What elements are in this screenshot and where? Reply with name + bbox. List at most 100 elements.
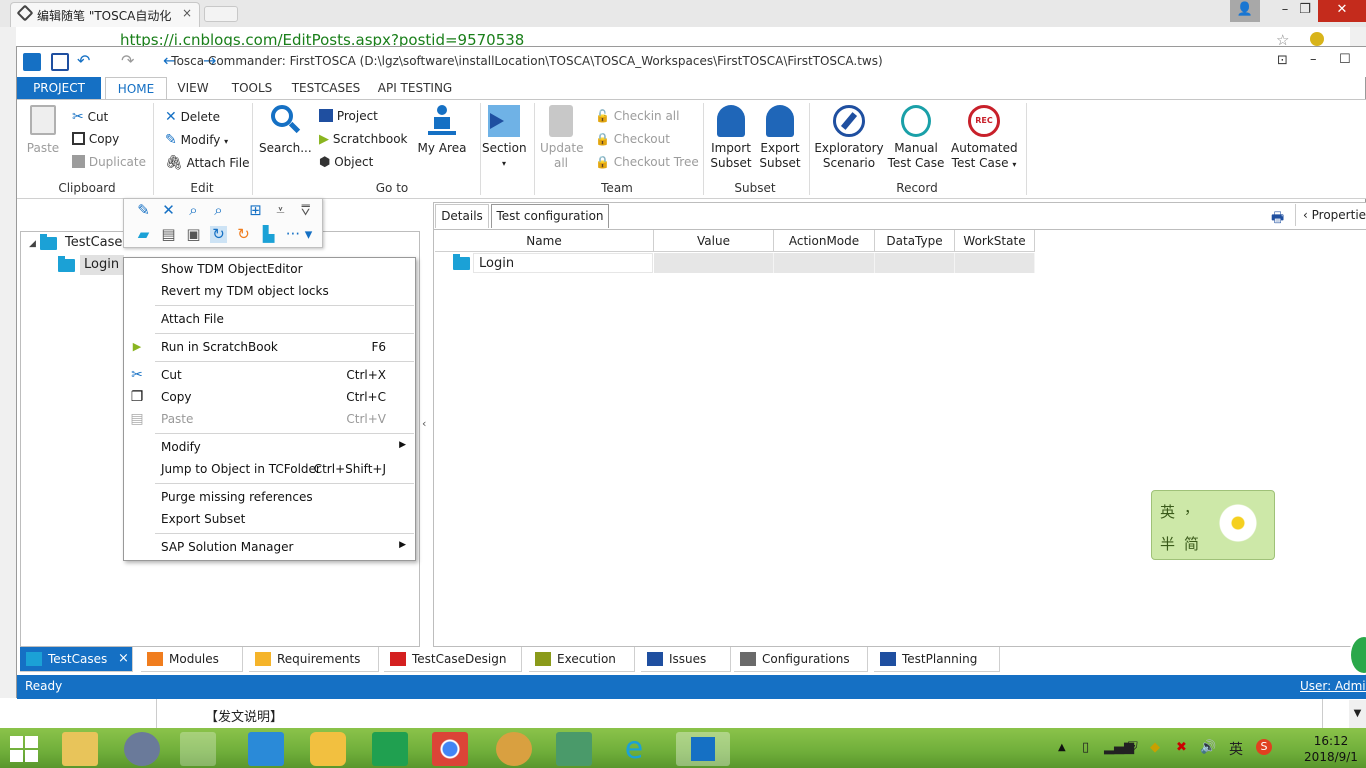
file-explorer-icon[interactable] xyxy=(62,732,98,766)
notebook-icon[interactable] xyxy=(556,732,592,766)
column-header-workstate[interactable]: WorkState xyxy=(955,230,1035,252)
section-tab-testcases[interactable]: TestCases × xyxy=(20,647,133,672)
tab-test-configuration[interactable]: Test configuration xyxy=(491,204,609,228)
internet-explorer-icon[interactable]: e xyxy=(616,732,652,766)
bird-app-icon[interactable] xyxy=(248,732,284,766)
tab-home[interactable]: HOME xyxy=(105,77,167,99)
browser-close-button[interactable]: ✕ xyxy=(1318,0,1366,22)
tray-alert-icon[interactable]: ✖ xyxy=(1176,740,1187,755)
menu-item-attach-file[interactable]: Attach File xyxy=(123,308,416,330)
expand-all-icon[interactable]: ⩡ xyxy=(272,202,289,219)
folder-icon[interactable]: ▰ xyxy=(135,226,152,243)
browser-user-icon[interactable]: 👤 xyxy=(1230,0,1260,22)
tray-phone-icon[interactable]: ▯ xyxy=(1082,740,1089,755)
tab-project[interactable]: PROJECT xyxy=(17,77,101,99)
volume-icon[interactable]: 🔊 xyxy=(1200,740,1216,755)
duplicate-button[interactable]: Duplicate xyxy=(72,155,146,169)
section-tab-testcasedesign[interactable]: TestCaseDesign xyxy=(384,647,522,672)
table-cell-workstate[interactable] xyxy=(955,253,1035,273)
section-tab-configurations[interactable]: Configurations xyxy=(734,647,868,672)
import-subset-button[interactable]: Import Subset xyxy=(709,105,753,171)
close-tab-icon[interactable]: × xyxy=(118,651,129,666)
column-header-datatype[interactable]: DataType xyxy=(875,230,955,252)
automated-test-case-button[interactable]: REC Automated Test Case ▾ xyxy=(951,105,1018,172)
search-button[interactable]: Search... xyxy=(259,105,312,156)
windows-start-icon[interactable] xyxy=(10,736,38,762)
properties-toggle[interactable]: ‹ Properties xyxy=(1303,208,1366,222)
tab-view[interactable]: VIEW xyxy=(173,77,213,99)
tosca-minimize-button[interactable]: – xyxy=(1310,52,1317,67)
cut-button[interactable]: ✂ Cut xyxy=(72,109,108,125)
ime-language-indicator[interactable]: 英 xyxy=(1229,739,1243,759)
menu-item-cut[interactable]: ✂ Cut Ctrl+X xyxy=(123,364,416,386)
goto-scratchbook-button[interactable]: ▶ Scratchbook xyxy=(319,132,408,147)
checkout-tree-button[interactable]: 🔒 Checkout Tree xyxy=(595,155,699,169)
menu-item-revert-tdm-locks[interactable]: Revert my TDM object locks xyxy=(123,280,416,302)
edit-icon[interactable]: ✎ xyxy=(135,202,152,219)
section-button[interactable]: Section ▾ xyxy=(482,105,527,171)
copy-button[interactable]: Copy xyxy=(72,132,119,146)
column-header-name[interactable]: Name xyxy=(435,230,654,252)
modify-button[interactable]: ✎ Modify ▾ xyxy=(165,132,228,148)
ime-status-widget[interactable]: 英 ， 半 简 xyxy=(1151,490,1275,560)
tab-tools[interactable]: TOOLS xyxy=(227,77,277,99)
browser-new-tab-button[interactable] xyxy=(204,6,238,22)
delete-button[interactable]: ✕ Delete xyxy=(165,109,220,125)
folder-label-icon[interactable]: ▙ xyxy=(260,226,277,243)
section-tab-execution[interactable]: Execution xyxy=(529,647,635,672)
my-area-button[interactable]: My Area xyxy=(417,105,467,156)
app-icon[interactable] xyxy=(124,732,160,766)
menu-item-paste[interactable]: ▤ Paste Ctrl+V xyxy=(123,408,416,430)
menu-item-sap-solution-manager[interactable]: SAP Solution Manager ▶ xyxy=(123,536,416,558)
column-header-value[interactable]: Value xyxy=(654,230,774,252)
chrome-icon[interactable] xyxy=(432,732,468,766)
menu-item-copy[interactable]: ❐ Copy Ctrl+C xyxy=(123,386,416,408)
tab-api-testing[interactable]: API TESTING xyxy=(377,77,453,99)
folder-list-icon[interactable]: ▤ xyxy=(160,226,177,243)
tree-collapse-icon[interactable]: ◢ xyxy=(29,239,36,249)
browser-tab-close-button[interactable]: × xyxy=(182,6,192,20)
menu-item-show-tdm-objecteditor[interactable]: Show TDM ObjectEditor xyxy=(123,258,416,280)
search-dropdown-icon[interactable]: ⌕ xyxy=(210,202,227,219)
add-icon[interactable]: ⊞ xyxy=(247,202,264,219)
python-icon[interactable] xyxy=(310,732,346,766)
menu-item-jump-to-object[interactable]: Jump to Object in TCFolder Ctrl+Shift+J xyxy=(123,458,416,480)
tab-testcases[interactable]: TESTCASES xyxy=(289,77,363,99)
menu-item-run-in-scratchbook[interactable]: ▶ Run in ScratchBook F6 xyxy=(123,336,416,358)
section-tab-testplanning[interactable]: TestPlanning xyxy=(874,647,1000,672)
attach-file-button[interactable]: 🖇 Attach File xyxy=(165,155,249,171)
tosca-maximize-button[interactable]: ☐ xyxy=(1339,52,1351,67)
taskbar-clock[interactable]: 16:12 2018/9/1 xyxy=(1298,733,1364,765)
menu-item-purge-missing-references[interactable]: Purge missing references xyxy=(123,486,416,508)
tree-node-testcases[interactable]: TestCases xyxy=(65,235,129,250)
page-scrollbar-down-icon[interactable]: ▼ xyxy=(1349,700,1366,728)
user-link[interactable]: User: Admin xyxy=(1300,679,1366,693)
tab-details[interactable]: Details xyxy=(435,204,489,228)
splitter-collapse-icon[interactable]: ‹ xyxy=(422,417,426,430)
sogou-icon[interactable]: S xyxy=(1256,739,1272,755)
section-tab-issues[interactable]: Issues xyxy=(641,647,731,672)
checkout-button[interactable]: 🔒 Checkout xyxy=(595,132,670,146)
tree-node-login[interactable]: Login xyxy=(80,255,124,275)
goto-project-button[interactable]: Project xyxy=(319,109,378,123)
pycharm-icon[interactable] xyxy=(372,732,408,766)
table-cell-datatype[interactable] xyxy=(875,253,955,273)
collapse-all-icon[interactable]: ⩢ xyxy=(297,202,314,219)
section-tab-requirements[interactable]: Requirements xyxy=(249,647,379,672)
update-all-button[interactable]: Update all xyxy=(540,105,583,171)
paste-button[interactable]: Paste xyxy=(25,105,61,156)
delete-icon[interactable]: ✕ xyxy=(160,202,177,219)
goto-object-button[interactable]: ⬢ Object xyxy=(319,155,373,170)
table-row-name[interactable]: Login xyxy=(473,253,653,273)
browser-maximize-button[interactable]: ❐ xyxy=(1288,0,1322,22)
refresh-orange-icon[interactable]: ↻ xyxy=(235,226,252,243)
extension-icon[interactable] xyxy=(1310,32,1324,46)
folder-search-icon[interactable]: ▣ xyxy=(185,226,202,243)
refresh-icon[interactable]: ↻ xyxy=(210,226,227,243)
shield-icon[interactable]: ⛨ xyxy=(1128,740,1138,755)
exploratory-scenario-button[interactable]: Exploratory Scenario xyxy=(814,105,884,171)
tosca-taskbar-icon[interactable] xyxy=(676,732,730,766)
table-cell-actionmode[interactable] xyxy=(774,253,875,273)
more-icon[interactable]: ··· ▾ xyxy=(285,226,313,243)
tray-expand-icon[interactable]: ▲ xyxy=(1058,742,1066,753)
